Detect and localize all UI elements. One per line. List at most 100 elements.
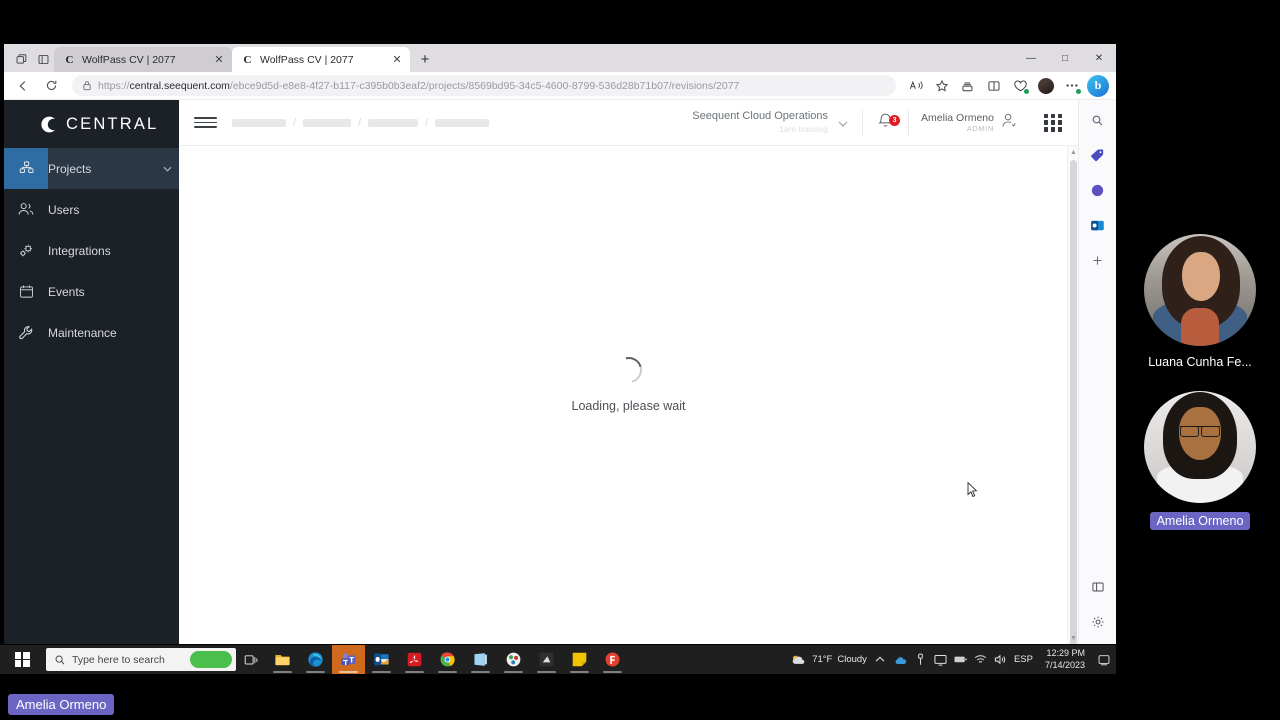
chevron-down-icon[interactable]	[838, 114, 848, 132]
participant-name: Amelia Ormeno	[1149, 512, 1251, 530]
volume-icon[interactable]	[994, 653, 1007, 666]
browser-tab-2[interactable]: C WolfPass CV | 2077 ✕	[232, 47, 410, 72]
breadcrumb-skeleton	[435, 118, 490, 127]
close-icon[interactable]: ✕	[390, 53, 404, 67]
maximize-button[interactable]: □	[1048, 44, 1082, 72]
taskbar-app-onenote[interactable]	[464, 645, 497, 674]
participant-tile[interactable]: Amelia Ormeno	[1132, 391, 1268, 530]
onedrive-icon[interactable]	[894, 653, 907, 666]
participant-tile[interactable]: Luana Cunha Fe...	[1132, 234, 1268, 369]
weather-widget[interactable]: 71°F Cloudy	[790, 653, 867, 667]
taskbar-app-google-chrome[interactable]	[431, 645, 464, 674]
chevron-down-icon[interactable]	[155, 166, 179, 172]
taskbar-app-adobe-acrobat[interactable]	[398, 645, 431, 674]
system-tray: 71°F Cloudy ESP 12:29 PM 7/14/2023	[790, 648, 1116, 671]
status-dot	[1023, 87, 1030, 95]
central-logo[interactable]: CENTRAL	[4, 100, 179, 148]
sidebar-item-integrations[interactable]: Integrations	[4, 230, 179, 271]
sidebar-item-label: Events	[48, 284, 85, 299]
taskbar-app-sticky-notes[interactable]	[563, 645, 596, 674]
desktop-background-top	[0, 0, 1280, 44]
taskbar-app-microsoft-teams[interactable]	[332, 645, 365, 674]
org-selector[interactable]: Seequent Cloud Operations 1am training	[692, 100, 862, 145]
hamburger-menu-icon[interactable]	[191, 117, 217, 128]
browser-window: C WolfPass CV | 2077 ✕ C WolfPass CV | 2…	[4, 44, 1116, 644]
tab-search-icon[interactable]	[32, 46, 54, 72]
app-main: / / / Seequent Cloud Operations 1am trai…	[179, 100, 1078, 644]
notifications-icon[interactable]	[1097, 653, 1110, 666]
add-sidebar-app-icon[interactable]	[1086, 248, 1110, 272]
new-tab-button[interactable]: +	[414, 48, 436, 70]
usb-icon[interactable]	[914, 653, 927, 666]
page-scrollbar[interactable]: ▲ ▼	[1067, 146, 1078, 644]
browser-tab-1[interactable]: C WolfPass CV | 2077 ✕	[54, 47, 232, 72]
app-launcher-grid-icon[interactable]	[1044, 113, 1062, 132]
sidebar-item-label: Users	[48, 202, 80, 217]
url-scheme: https://	[98, 79, 130, 92]
url-bar[interactable]: https://central.seequent.com/ebce9d5d-e8…	[72, 75, 896, 96]
close-icon[interactable]: ✕	[212, 53, 226, 67]
language-indicator[interactable]: ESP	[1014, 654, 1033, 665]
tab-actions-icon[interactable]	[10, 46, 32, 72]
clock[interactable]: 12:29 PM 7/14/2023	[1040, 648, 1090, 671]
scroll-down-arrow[interactable]: ▼	[1068, 632, 1078, 644]
breadcrumb-separator: /	[425, 116, 429, 129]
more-options-icon[interactable]	[1060, 74, 1084, 98]
wifi-icon[interactable]	[974, 653, 987, 666]
caption-speaker-name: Amelia Ormeno	[8, 693, 115, 715]
close-window-button[interactable]: ✕	[1082, 44, 1116, 72]
copilot-icon[interactable]	[1086, 178, 1110, 202]
sidebar-item-projects[interactable]: Projects	[4, 148, 179, 189]
sidebar-item-label: Maintenance	[48, 325, 117, 340]
tab-title: WolfPass CV | 2077	[260, 53, 354, 66]
outlook-icon[interactable]	[1086, 213, 1110, 237]
taskbar-app-microsoft-outlook[interactable]	[365, 645, 398, 674]
taskbar-app-file-explorer[interactable]	[266, 645, 299, 674]
collections-icon[interactable]	[956, 74, 980, 98]
sidebar-item-events[interactable]: Events	[4, 271, 179, 312]
status-dot	[1075, 87, 1082, 95]
search-suggestion-chip[interactable]	[190, 651, 232, 668]
maintenance-icon	[4, 324, 48, 342]
browser-essentials-icon[interactable]	[1008, 74, 1032, 98]
breadcrumb-separator: /	[358, 116, 362, 129]
taskbar-app-circle[interactable]	[497, 645, 530, 674]
back-icon[interactable]	[10, 74, 36, 98]
tray-overflow-chevron-icon[interactable]	[874, 653, 887, 666]
sidebar-settings-icon[interactable]	[1086, 610, 1110, 634]
search-icon[interactable]	[1086, 108, 1110, 132]
read-aloud-icon[interactable]	[904, 74, 928, 98]
reload-icon[interactable]	[38, 74, 64, 98]
scrollbar-thumb[interactable]	[1070, 160, 1077, 644]
sidebar-item-label: Integrations	[48, 243, 111, 258]
weather-temp: 71°F	[812, 654, 833, 665]
central-mark-icon	[38, 114, 59, 135]
user-menu[interactable]: Amelia Ormeno ADMIN	[909, 100, 1030, 145]
taskbar-app-dark[interactable]	[530, 645, 563, 674]
taskbar-app-microsoft-edge[interactable]	[299, 645, 332, 674]
battery-icon[interactable]	[954, 653, 967, 666]
breadcrumb-skeleton	[232, 118, 286, 127]
sidebar-item-maintenance[interactable]: Maintenance	[4, 312, 179, 353]
notifications-button[interactable]: 3	[863, 111, 908, 134]
profile-avatar[interactable]	[1034, 74, 1058, 98]
projects-icon	[4, 148, 48, 189]
brand-text: CENTRAL	[66, 114, 159, 133]
bing-copilot-icon[interactable]: b	[1086, 74, 1110, 98]
weather-icon	[792, 655, 805, 664]
search-input[interactable]: Type here to search	[46, 648, 236, 671]
display-icon[interactable]	[934, 653, 947, 666]
shopping-tag-icon[interactable]	[1086, 143, 1110, 167]
start-button[interactable]	[0, 645, 44, 674]
tab-favicon-central: C	[65, 53, 74, 66]
taskbar-app-red-circle[interactable]	[596, 645, 629, 674]
favorite-star-icon[interactable]	[930, 74, 954, 98]
scroll-up-arrow[interactable]: ▲	[1068, 146, 1078, 158]
split-pane-icon[interactable]	[1086, 575, 1110, 599]
desktop-background-bottom	[0, 674, 1116, 688]
sidebar-item-users[interactable]: Users	[4, 189, 179, 230]
sidebar-item-label: Projects	[48, 161, 92, 176]
minimize-button[interactable]: —	[1014, 44, 1048, 72]
split-screen-icon[interactable]	[982, 74, 1006, 98]
task-view-icon[interactable]	[236, 645, 266, 674]
